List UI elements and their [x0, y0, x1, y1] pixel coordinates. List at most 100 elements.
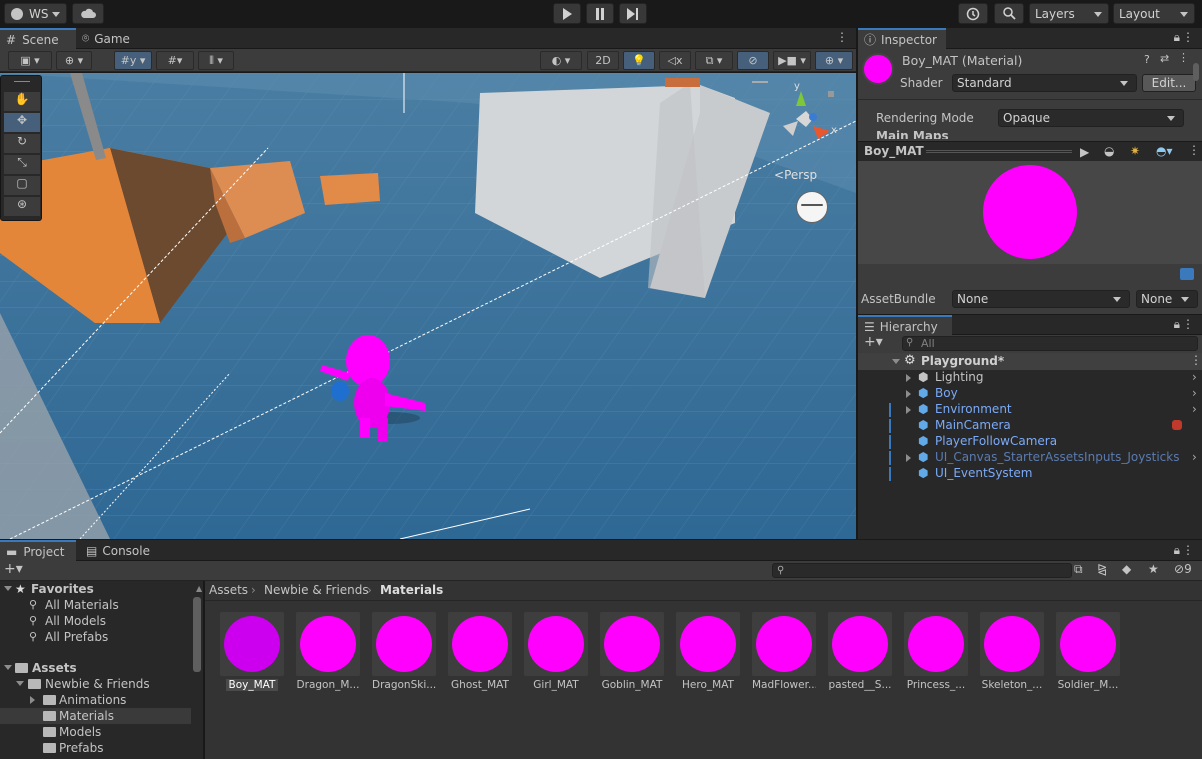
- favorites-expand-arrow[interactable]: [4, 586, 12, 591]
- lighting-toggle[interactable]: 💡: [623, 51, 655, 70]
- rect-tool[interactable]: ▢: [4, 176, 40, 195]
- project-more-icon[interactable]: ⋮: [1182, 543, 1194, 557]
- shader-edit-button[interactable]: Edit...: [1142, 74, 1196, 92]
- hierarchy-lock-icon[interactable]: 🔒︎: [1174, 317, 1180, 332]
- preview-shape-dropdown[interactable]: ◓▾: [1156, 144, 1173, 158]
- hierarchy-item[interactable]: ⬢ Lighting ›: [858, 370, 1202, 386]
- snap-increment-button[interactable]: #▾: [156, 51, 194, 70]
- account-dropdown[interactable]: WS: [4, 3, 67, 24]
- tab-game[interactable]: ⌾ Game: [76, 28, 142, 49]
- folder-item[interactable]: Newbie & Friends: [0, 676, 191, 692]
- scene-more-icon[interactable]: ⋮: [836, 30, 848, 44]
- material-preview[interactable]: [858, 161, 1202, 264]
- align-button[interactable]: ⦀ ▾: [198, 51, 234, 70]
- expand-arrow-icon[interactable]: [906, 374, 911, 382]
- hierarchy-item[interactable]: ⬢ UI_EventSystem: [858, 466, 1202, 482]
- hierarchy-item[interactable]: ⬢ PlayerFollowCamera: [858, 434, 1202, 450]
- asset-item[interactable]: DragonSki...: [372, 612, 436, 691]
- asset-item[interactable]: Skeleton_...: [980, 612, 1044, 691]
- asset-item[interactable]: Goblin_MAT: [600, 612, 664, 691]
- rotate-tool[interactable]: ↻: [4, 134, 40, 153]
- favorite-star-icon[interactable]: ★: [1148, 562, 1159, 576]
- preview-more-icon[interactable]: ⋮: [1188, 143, 1200, 157]
- scale-tool[interactable]: ⤡: [4, 155, 40, 174]
- preview-light-icon[interactable]: ✷: [1130, 144, 1140, 158]
- hierarchy-item[interactable]: ⬢ UI_Canvas_StarterAssetsInputs_Joysticks…: [858, 450, 1202, 466]
- folder-item[interactable]: Prefabs: [0, 740, 191, 756]
- asset-item[interactable]: Hero_MAT: [676, 612, 740, 691]
- step-button[interactable]: [619, 3, 647, 24]
- tab-hierarchy[interactable]: ☰ Hierarchy: [858, 315, 952, 336]
- assetbundle-variant-dropdown[interactable]: None: [1136, 290, 1198, 308]
- scroll-up-icon[interactable]: ▲: [196, 584, 202, 593]
- expand-arrow-icon[interactable]: [906, 390, 911, 398]
- camera-dropdown[interactable]: ▶■ ▾: [773, 51, 811, 70]
- assetbundle-dropdown[interactable]: None: [952, 290, 1130, 308]
- projection-toggle[interactable]: <Persp: [774, 168, 817, 182]
- favorite-item[interactable]: ⚲ All Prefabs: [0, 629, 191, 645]
- hierarchy-item[interactable]: ⬢ MainCamera: [858, 418, 1202, 434]
- camera-mode-button[interactable]: [796, 191, 828, 223]
- shading-mode-button[interactable]: ◐ ▾: [540, 51, 582, 70]
- layers-dropdown[interactable]: Layers: [1029, 3, 1109, 24]
- asset-item[interactable]: MadFlower...: [752, 612, 816, 691]
- search-by-type-icon[interactable]: ⧉: [1074, 562, 1083, 577]
- tab-project[interactable]: ▬ Project: [0, 540, 76, 561]
- 2d-toggle[interactable]: 2D: [587, 51, 619, 70]
- open-prefab-icon[interactable]: ›: [1192, 386, 1197, 400]
- layout-dropdown[interactable]: Layout: [1113, 3, 1195, 24]
- transform-tool[interactable]: ⊛: [4, 197, 40, 216]
- help-icon[interactable]: ?: [1144, 53, 1150, 66]
- asset-item[interactable]: pasted__S...: [828, 612, 892, 691]
- folder-item[interactable]: Animations: [0, 692, 191, 708]
- folder-item[interactable]: Models: [0, 724, 191, 740]
- audio-toggle[interactable]: ◁x: [659, 51, 691, 70]
- move-tool[interactable]: ✥: [4, 113, 40, 132]
- hierarchy-item[interactable]: ⬢ Environment ›: [858, 402, 1202, 418]
- asset-item[interactable]: Dragon_M...: [296, 612, 360, 691]
- pause-button[interactable]: [586, 3, 614, 24]
- preview-sphere-icon[interactable]: ◒: [1104, 144, 1114, 158]
- asset-item[interactable]: Boy_MAT: [220, 612, 284, 694]
- effects-dropdown[interactable]: ⧉ ▾: [695, 51, 733, 70]
- hierarchy-more-icon[interactable]: ⋮: [1182, 317, 1194, 331]
- project-lock-icon[interactable]: 🔒︎: [1174, 543, 1180, 558]
- favorite-item[interactable]: ⚲ All Materials: [0, 597, 191, 613]
- favorites-header[interactable]: ★ Favorites: [0, 581, 191, 597]
- lock-icon[interactable]: 🔒︎: [1174, 30, 1180, 45]
- asset-item[interactable]: Ghost_MAT: [448, 612, 512, 691]
- component-menu-icon[interactable]: ⋮: [1178, 51, 1189, 64]
- breadcrumb-assets[interactable]: Assets: [209, 583, 248, 597]
- inspector-scrollbar[interactable]: [1193, 63, 1199, 81]
- orientation-gizmo[interactable]: y x: [752, 81, 848, 161]
- shader-dropdown[interactable]: Standard: [952, 74, 1137, 92]
- breadcrumb-materials[interactable]: Materials: [380, 583, 443, 597]
- cloud-button[interactable]: [72, 3, 104, 24]
- folder-item[interactable]: Materials: [0, 708, 191, 724]
- hand-tool[interactable]: ✋: [4, 92, 40, 111]
- tab-console[interactable]: ▤ Console: [80, 540, 156, 561]
- favorite-item[interactable]: ⚲ All Models: [0, 613, 191, 629]
- gizmo-handle[interactable]: [752, 81, 768, 83]
- rendering-mode-dropdown[interactable]: Opaque: [998, 109, 1184, 127]
- tab-scene[interactable]: # Scene: [0, 28, 76, 49]
- preview-play-icon[interactable]: ▶: [1080, 145, 1089, 159]
- play-button[interactable]: [553, 3, 581, 24]
- search-button[interactable]: [994, 3, 1024, 24]
- history-button[interactable]: [958, 3, 988, 24]
- folder-collapse-arrow[interactable]: [30, 696, 35, 704]
- scene-viewport[interactable]: ✋ ✥ ↻ ⤡ ▢ ⊛ y x <Persp: [0, 73, 856, 539]
- hierarchy-item[interactable]: ⬢ Boy ›: [858, 386, 1202, 402]
- preview-drag-bar[interactable]: [926, 150, 1072, 153]
- visibility-toggle[interactable]: ⊘: [737, 51, 769, 70]
- draw-mode-button[interactable]: ▣ ▾: [8, 51, 52, 70]
- open-prefab-icon[interactable]: ›: [1192, 450, 1197, 464]
- asset-item[interactable]: Girl_MAT: [524, 612, 588, 691]
- open-prefab-icon[interactable]: ›: [1192, 402, 1197, 416]
- tab-inspector[interactable]: ⓘ Inspector: [858, 28, 946, 49]
- assets-header[interactable]: Assets: [0, 660, 191, 676]
- label-tag-icon[interactable]: [1180, 268, 1194, 280]
- asset-item[interactable]: Soldier_M...: [1056, 612, 1120, 691]
- tree-scrollbar[interactable]: [193, 597, 201, 672]
- grid-snap-button[interactable]: #y ▾: [114, 51, 152, 70]
